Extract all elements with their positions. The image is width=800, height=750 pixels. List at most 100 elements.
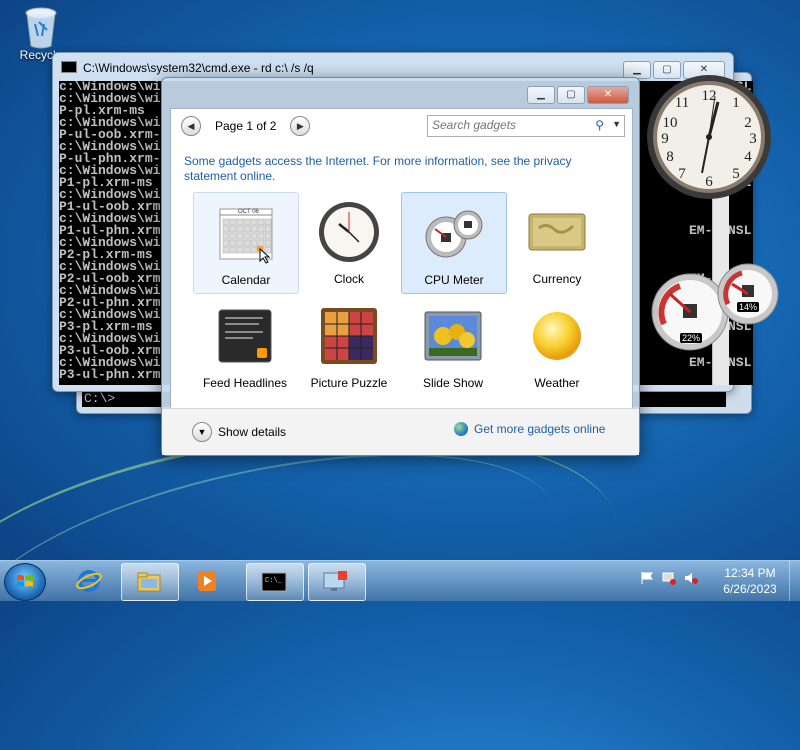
gadget-name: Weather [534, 376, 580, 390]
feed-headlines-icon [213, 304, 277, 368]
svg-text:C:\_: C:\_ [265, 577, 283, 585]
gadget-slide-show[interactable]: Slide Show [401, 296, 505, 396]
calendar-day-cell [236, 225, 244, 233]
gadget-clock[interactable]: Clock [297, 192, 401, 292]
svg-text:10: 10 [663, 115, 678, 131]
search-gadgets-input[interactable] [428, 116, 586, 134]
calendar-day-cell [243, 239, 251, 247]
calendar-day-cell [222, 239, 230, 247]
chevron-down-icon[interactable]: ▼ [612, 119, 621, 129]
calendar-day-cell [257, 239, 265, 247]
calendar-day-cell [243, 232, 251, 240]
taskbar-media-player[interactable] [180, 563, 236, 599]
cmd-window-title-bar: C:\Windows\system32\cmd.exe - rd c:\ /s … [61, 61, 314, 75]
clock-gadget[interactable]: 12 1 2 345 678 9 10 11 [644, 72, 774, 202]
slide-show-icon [421, 304, 485, 368]
cpu-meter-gadget[interactable]: 22% 14% [650, 258, 780, 358]
minimize-button[interactable]: ▁ [527, 86, 555, 104]
cpu-meter-icon [422, 201, 486, 265]
internet-privacy-info-link[interactable]: Some gadgets access the Internet. For mo… [184, 154, 604, 184]
calendar-day-cell [236, 246, 244, 254]
gadgets-gallery-window[interactable]: ▁ ▢ ✕ ◀ Page 1 of 2 ▶ ⚲ ▼ Some gadgets a… [161, 77, 640, 456]
windows-logo-icon [17, 575, 33, 587]
sun-icon [525, 304, 589, 368]
gadget-weather[interactable]: Weather [505, 296, 609, 396]
taskbar-date: 6/26/2023 [723, 582, 777, 596]
gadget-feed-headlines[interactable]: Feed Headlines [193, 296, 297, 396]
calendar-day-cell [222, 218, 230, 226]
gadget-cpu-meter[interactable]: CPU Meter [401, 192, 507, 294]
gadget-picture-puzzle[interactable]: Picture Puzzle [297, 296, 401, 396]
calendar-day-cell [250, 218, 258, 226]
get-more-gadgets-link[interactable]: Get more gadgets online [454, 422, 605, 436]
calendar-day-cell [236, 218, 244, 226]
gadget-name: Clock [333, 272, 364, 286]
taskbar-clock[interactable]: 12:34 PM 6/26/2023 [710, 565, 790, 597]
calendar-month-label: OCT 06 [238, 209, 259, 215]
calendar-day-cell [257, 218, 265, 226]
currency-icon [525, 200, 589, 264]
calendar-day-cell [257, 225, 265, 233]
calendar-day-cell [222, 232, 230, 240]
calendar-day-cell [250, 246, 258, 254]
action-center-flag-icon[interactable] [640, 571, 654, 585]
taskbar-windows-explorer[interactable] [121, 563, 179, 601]
svg-text:11: 11 [675, 95, 689, 111]
svg-text:4: 4 [744, 149, 752, 165]
calendar-day-cell [229, 232, 237, 240]
previous-page-button[interactable]: ◀ [181, 116, 201, 136]
gadget-name: Picture Puzzle [310, 376, 388, 390]
calendar-day-cell [243, 246, 251, 254]
taskbar-gadgets[interactable] [308, 563, 366, 601]
media-player-icon [198, 571, 216, 591]
volume-muted-icon[interactable] [684, 571, 698, 585]
calendar-day-cell [243, 225, 251, 233]
calendar-day-cell [250, 232, 258, 240]
folder-icon [137, 572, 161, 592]
calendar-day-cell [250, 239, 258, 247]
cmd-icon: C:\_ [261, 572, 287, 592]
search-gadgets-box: ⚲ ▼ [427, 115, 625, 137]
calendar-day-cell [264, 225, 272, 233]
show-details-button[interactable]: ▼ Show details [192, 422, 286, 442]
taskbar-time: 12:34 PM [724, 566, 776, 580]
gadget-calendar[interactable]: OCT 06 Calendar [193, 192, 299, 294]
gadget-currency[interactable]: Currency [505, 192, 609, 292]
gadgets-icon [323, 571, 347, 591]
svg-text:8: 8 [666, 149, 674, 165]
system-tray [640, 571, 698, 585]
show-desktop-button[interactable] [789, 561, 800, 601]
taskbar: C:\_ 12:34 PM 6/26/2023 [0, 560, 800, 601]
calendar-day-cell [257, 232, 265, 240]
close-button[interactable]: ✕ [587, 86, 629, 104]
window-caption-buttons: ▁ ▢ ✕ [527, 86, 629, 104]
start-button[interactable] [4, 563, 46, 601]
svg-text:9: 9 [661, 131, 669, 147]
svg-text:1: 1 [732, 95, 740, 111]
gadget-name: Calendar [221, 273, 271, 287]
calendar-day-cell [222, 225, 230, 233]
gadget-name: Feed Headlines [202, 376, 288, 390]
picture-puzzle-icon [317, 304, 381, 368]
calendar-day-cell [229, 246, 237, 254]
calendar-day-cell [264, 218, 272, 226]
network-icon[interactable] [662, 571, 676, 585]
calendar-day-cell [264, 246, 272, 254]
svg-text:3: 3 [749, 131, 757, 147]
svg-text:7: 7 [678, 166, 686, 182]
chevron-down-icon: ▼ [192, 422, 212, 442]
globe-icon [454, 422, 468, 436]
next-page-button[interactable]: ▶ [290, 116, 311, 136]
search-icon[interactable]: ⚲ [595, 118, 604, 132]
maximize-button[interactable]: ▢ [557, 86, 585, 104]
calendar-day-cell [264, 232, 272, 240]
taskbar-internet-explorer[interactable] [62, 563, 118, 599]
calendar-day-cell [236, 239, 244, 247]
cmd-icon [61, 61, 77, 73]
gadget-name: Slide Show [422, 376, 484, 390]
memory-usage-percent: 14% [737, 302, 760, 312]
calendar-day-cell [222, 246, 230, 254]
calendar-day-cell [264, 239, 272, 247]
taskbar-cmd[interactable]: C:\_ [246, 563, 304, 601]
calendar-day-cell [243, 218, 251, 226]
